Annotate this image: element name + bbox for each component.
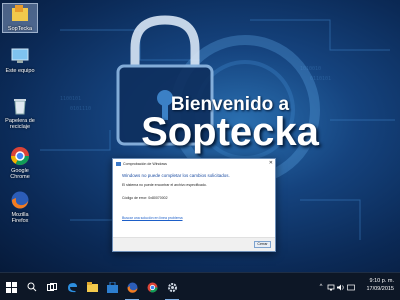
chrome-icon: [147, 282, 157, 292]
keyboard-icon: [347, 284, 355, 290]
taskbar-store[interactable]: [102, 273, 122, 300]
clock[interactable]: 9:10 p. m. 17/09/2015: [366, 278, 394, 293]
taskbar: ^ 9:10 p. m. 17/09/2015: [0, 272, 400, 300]
volume-icon: [337, 284, 344, 290]
clock-time: 9:10 p. m.: [369, 278, 394, 284]
dialog-error-code: Código de error: 0x80070002: [122, 196, 168, 200]
search-icon: [27, 282, 37, 292]
start-icon: [5, 281, 17, 293]
start-button[interactable]: [0, 273, 22, 300]
task-view-icon: [47, 282, 57, 291]
windows-check-icon: [116, 162, 121, 166]
firefox-icon: [10, 190, 30, 210]
taskbar-settings[interactable]: [162, 273, 182, 300]
close-button[interactable]: Cerrar: [254, 241, 271, 248]
error-dialog: Comprobación de Windows ✕ Windows no pue…: [112, 158, 276, 252]
desktop-icon-label: SopTecka: [7, 26, 33, 32]
help-link[interactable]: Buscar una solución en línea problema: [122, 216, 183, 220]
desktop-icon-label: Mozilla Firefox: [11, 212, 29, 225]
tray-network[interactable]: [326, 273, 336, 300]
desktop-icon-label: Papelera de reciclaje: [5, 118, 35, 131]
desktop-icon-este-equipo[interactable]: Este equipo: [3, 46, 37, 74]
network-icon: [327, 284, 335, 290]
store-icon: [106, 281, 118, 293]
computer-icon: [10, 46, 30, 66]
search-button[interactable]: [22, 273, 42, 300]
tray-language[interactable]: [346, 273, 356, 300]
taskbar-firefox[interactable]: [122, 273, 142, 300]
dialog-footer: Cerrar: [113, 237, 275, 251]
svg-text:1010010: 1010010: [300, 66, 321, 72]
task-view-button[interactable]: [42, 273, 62, 300]
desktop-icon-papelera[interactable]: Papelera de reciclaje: [3, 96, 37, 131]
taskbar-file-explorer[interactable]: [82, 273, 102, 300]
clock-date: 17/09/2015: [366, 285, 394, 292]
dialog-titlebar[interactable]: Comprobación de Windows: [113, 159, 275, 169]
desktop-icon-chrome[interactable]: Google Chrome: [3, 146, 37, 181]
taskbar-chrome[interactable]: [142, 273, 162, 300]
recycle-bin-icon: [10, 96, 30, 116]
tray-volume[interactable]: [336, 273, 346, 300]
file-explorer-icon: [86, 282, 98, 292]
desktop-icon-firefox[interactable]: Mozilla Firefox: [3, 190, 37, 225]
desktop-icon-label: Google Chrome: [10, 168, 30, 181]
chrome-icon: [10, 146, 30, 166]
brand-text: Soptecka: [141, 110, 319, 154]
dialog-message: El sistema no puede encontrar el archivo…: [122, 183, 207, 187]
tray-chevron[interactable]: ^: [316, 273, 326, 300]
taskbar-edge[interactable]: [62, 273, 82, 300]
chevron-up-icon: ^: [319, 284, 323, 290]
close-icon[interactable]: ✕: [269, 160, 273, 166]
desktop-icon-soptecka[interactable]: SopTecka: [2, 2, 38, 34]
svg-text:0110101: 0110101: [310, 76, 331, 82]
dialog-title: Comprobación de Windows: [123, 162, 167, 166]
desktop-icon-label: Este equipo: [5, 68, 35, 74]
folder-app-icon: [10, 4, 30, 24]
dialog-heading: Windows no puede completar los cambios s…: [122, 173, 230, 178]
settings-icon: [167, 282, 177, 292]
firefox-icon: [126, 282, 137, 293]
edge-icon: [67, 282, 77, 292]
